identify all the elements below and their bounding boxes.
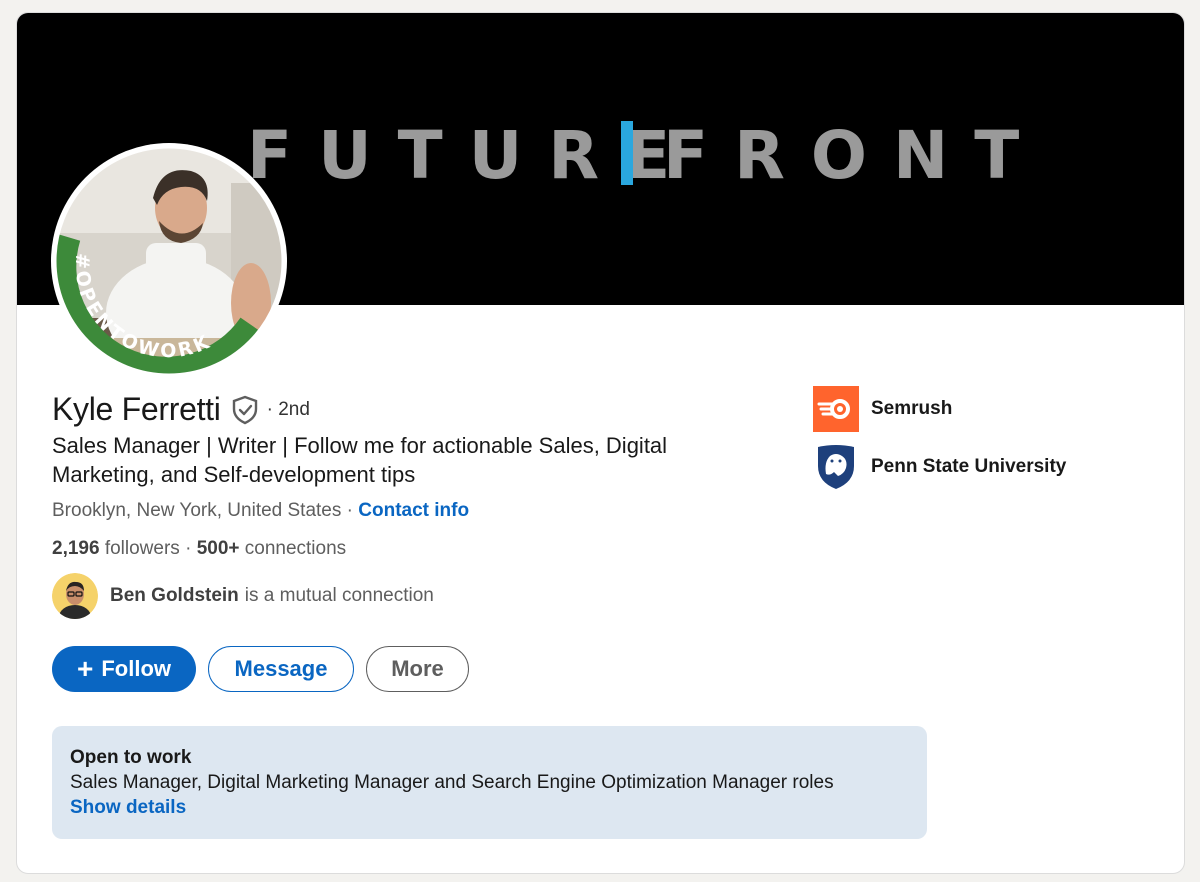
location-row: Brooklyn, New York, United States · Cont… [52,500,469,522]
education-item[interactable]: Penn State University [813,443,1066,491]
open-to-work-roles: Sales Manager, Digital Marketing Manager… [70,772,834,793]
followers-count: 2,196 [52,538,100,559]
connections-label: connections [239,538,347,559]
banner-divider [621,121,633,185]
mutual-connection-text: is a mutual connection [244,585,434,606]
stats-row: 2,196 followers · 500+ connections [52,538,346,560]
open-to-work-card: Open to work Sales Manager, Digital Mark… [52,726,927,839]
mutual-connection[interactable]: Ben Goldstein is a mutual connection [52,573,434,619]
mutual-connection-avatar[interactable] [52,573,98,619]
current-company-item[interactable]: Semrush [813,385,1066,433]
profile-actions: + Follow Message More [52,646,469,692]
company-name: Semrush [871,398,953,419]
follow-button-label: Follow [101,656,171,681]
connections-count[interactable]: 500+ [197,538,240,559]
banner-word-right: FRONT [663,117,1046,194]
plus-icon: + [76,653,94,684]
location-separator: · [341,500,359,521]
more-button[interactable]: More [366,646,469,692]
open-to-work-title: Open to work [70,747,192,768]
profile-card: FUTURE FRONT #OPENTOWORK Kyle Ferretti ·… [16,12,1185,874]
profile-name: Kyle Ferretti [52,391,221,427]
profile-location: Brooklyn, New York, United States [52,500,342,521]
mutual-connection-name[interactable]: Ben Goldstein [110,585,239,607]
semrush-logo-icon [813,386,859,432]
contact-info-link[interactable]: Contact info [358,500,469,521]
message-button[interactable]: Message [208,646,354,692]
experience-education-sidebar: Semrush Penn State University [813,385,1066,501]
followers-label: followers [99,538,180,559]
connection-degree: · 2nd [266,398,310,420]
penn-state-shield-icon [813,444,859,490]
profile-headline: Sales Manager | Writer | Follow me for a… [52,433,668,487]
school-name: Penn State University [871,456,1067,477]
profile-avatar[interactable]: #OPENTOWORK [51,143,287,379]
stats-separator: · [179,538,197,559]
follow-button[interactable]: + Follow [52,646,196,692]
name-row: Kyle Ferretti · 2nd [52,391,310,428]
verified-shield-icon[interactable] [231,395,259,425]
show-details-link[interactable]: Show details [70,796,909,820]
